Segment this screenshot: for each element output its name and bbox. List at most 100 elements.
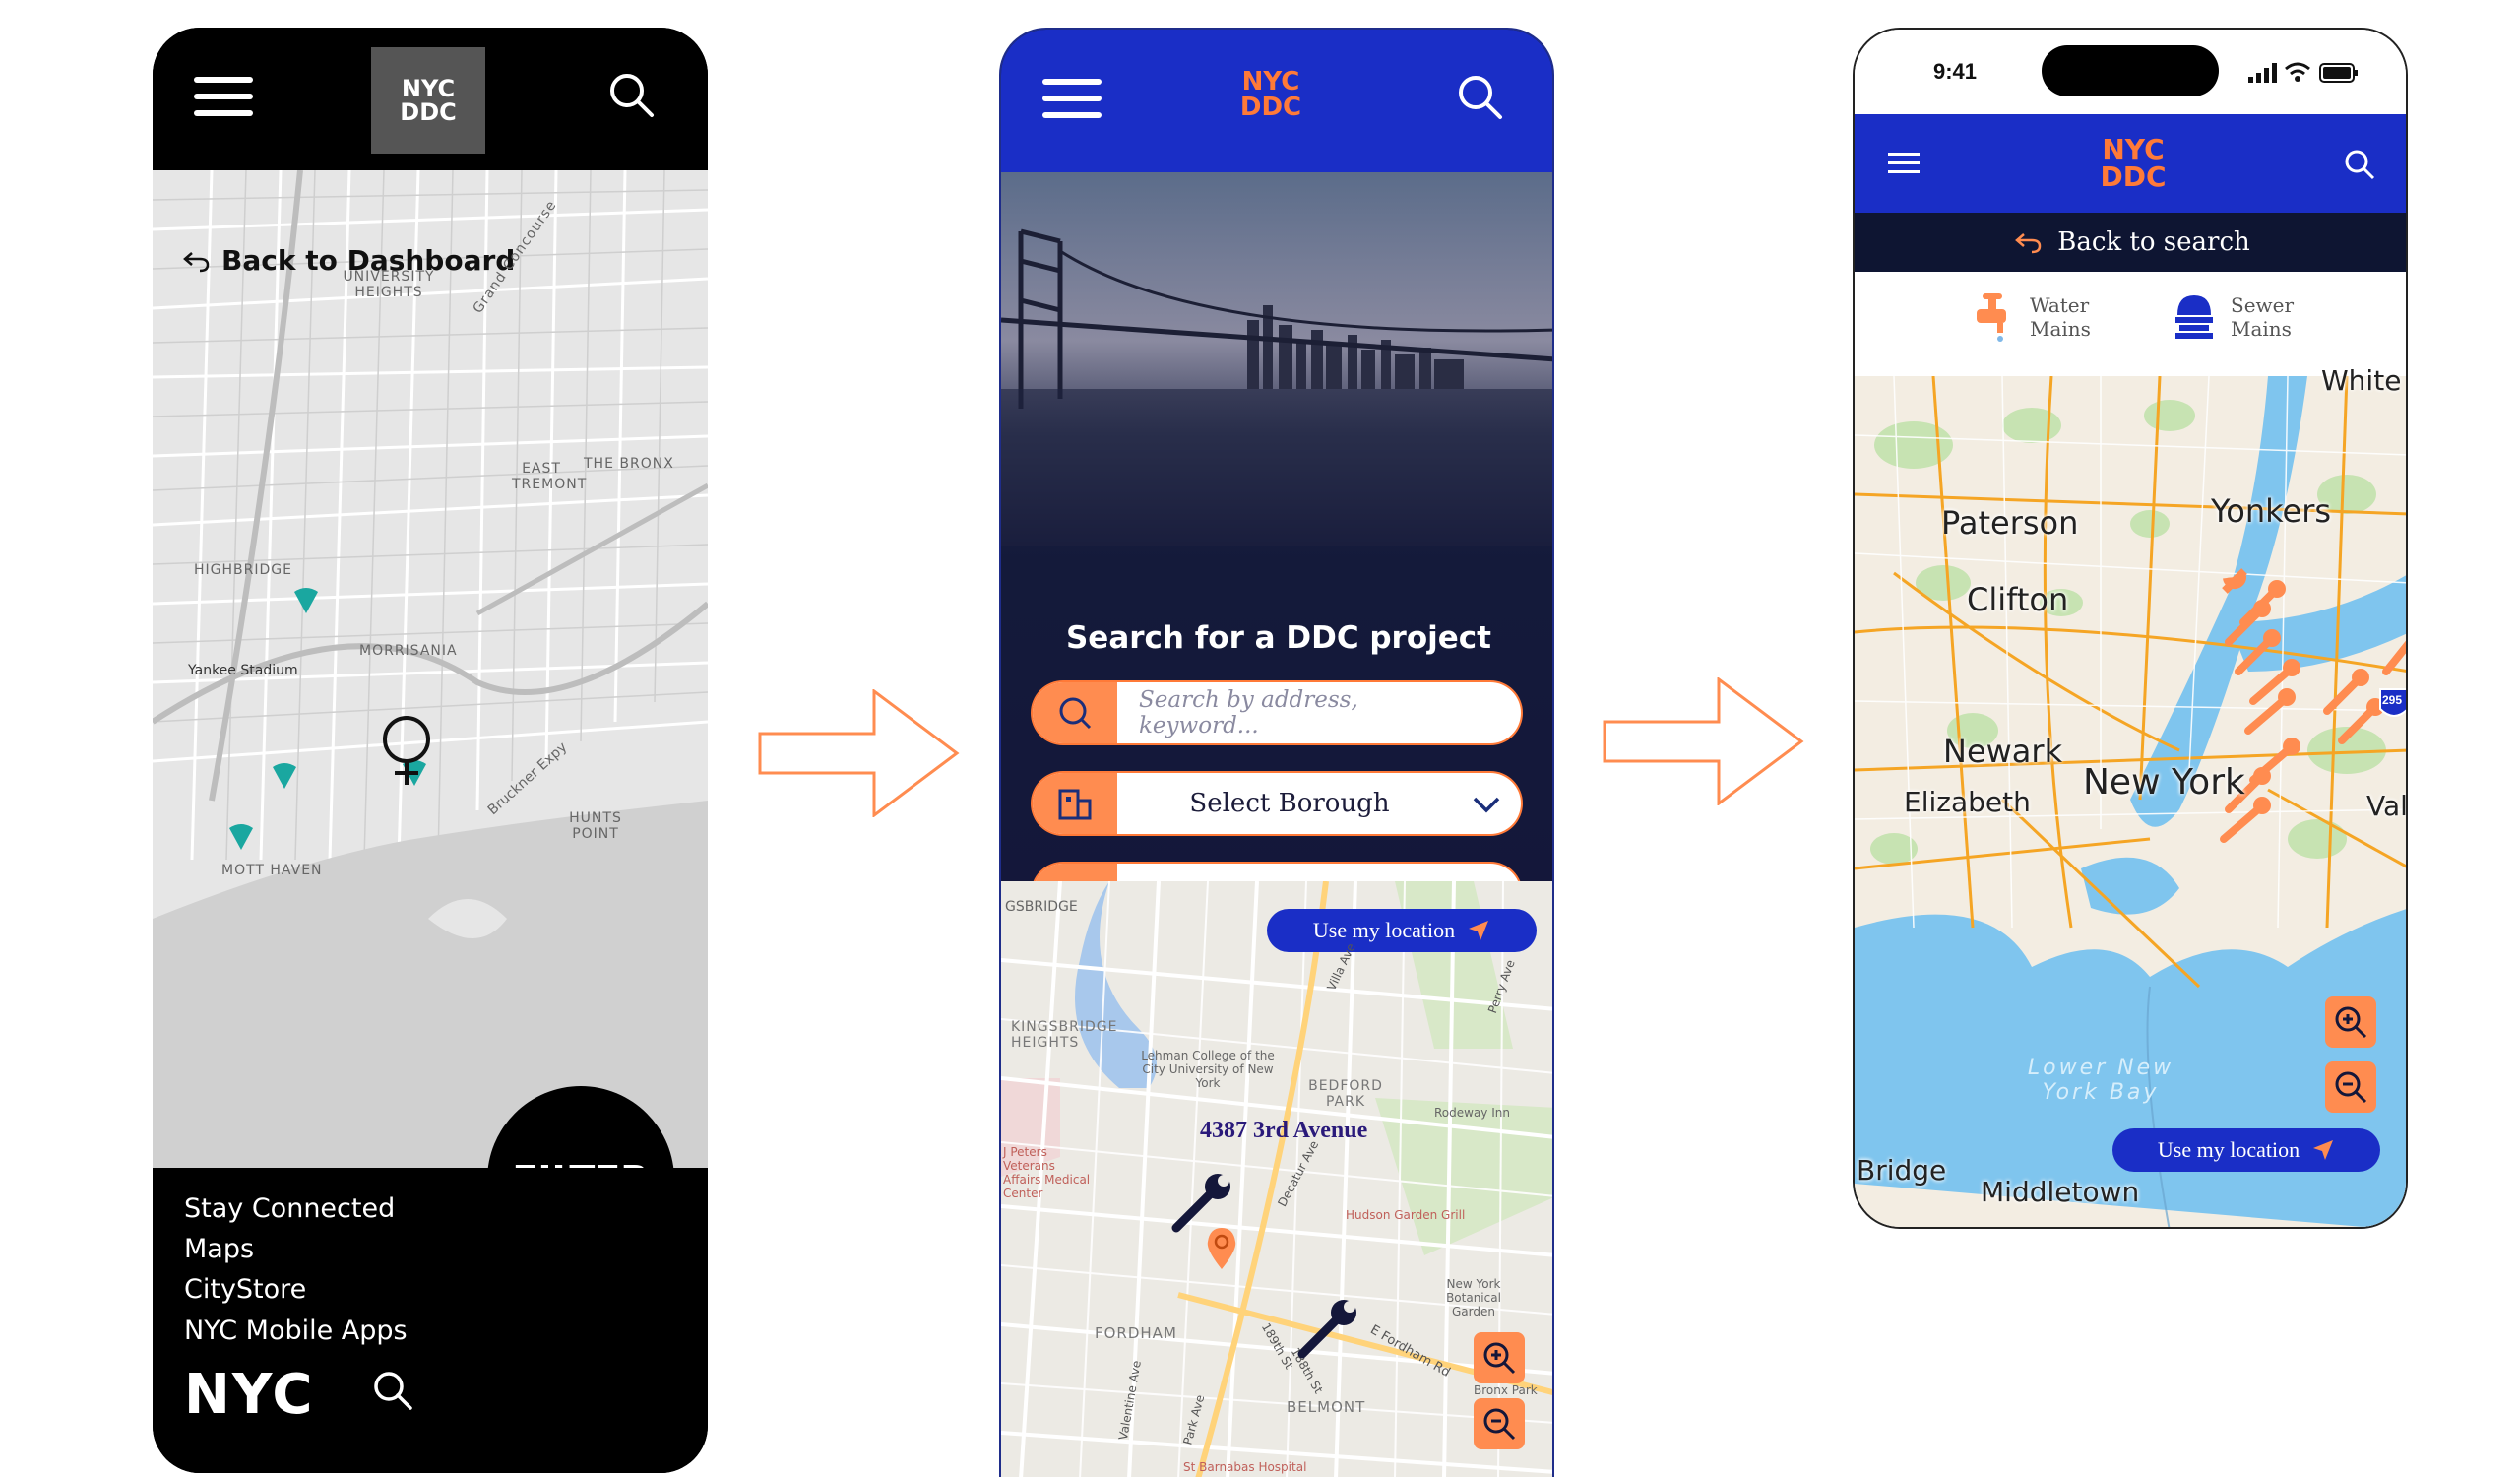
header: NYC DDC — [1001, 30, 1552, 172]
menu-icon[interactable] — [1888, 152, 1920, 175]
back-to-search-link[interactable]: Back to search — [1855, 213, 2406, 272]
building-icon — [1058, 789, 1092, 820]
zoom-in-button[interactable] — [1474, 1332, 1525, 1383]
zoom-out-button[interactable] — [1474, 1398, 1525, 1449]
city-label: Bridge — [1857, 1154, 1947, 1187]
flow-arrow-icon — [1603, 677, 1804, 805]
search-phone: NYC DDC Search for a DDC project Search … — [999, 28, 1554, 1477]
search-icon[interactable] — [607, 71, 657, 120]
map-label: Rodeway Inn — [1434, 1106, 1510, 1120]
search-placeholder: Search by address, keyword... — [1139, 687, 1358, 738]
map-label: J Peters Veterans Affairs Medical Center — [1003, 1145, 1091, 1200]
search-icon[interactable] — [2343, 148, 2376, 181]
zoom-in-button[interactable] — [2325, 996, 2376, 1048]
map-label: MORRISANIA — [359, 643, 458, 659]
map-label: THE BRONX — [584, 456, 674, 472]
chevron-down-icon — [1473, 797, 1500, 813]
zoom-out-button[interactable] — [2325, 1061, 2376, 1113]
borough-field-icon-box — [1033, 773, 1117, 834]
location-pin-icon[interactable] — [1204, 1226, 1239, 1271]
zoom-in-icon — [1483, 1342, 1516, 1375]
map-label: St Barnabas Hospital — [1183, 1460, 1307, 1474]
navigation-arrow-icon — [1469, 921, 1489, 940]
sewer-icon — [2175, 295, 2213, 339]
user-location-marker-icon — [383, 716, 430, 785]
map-label: New York Botanical Garden — [1446, 1277, 1501, 1318]
search-icon[interactable] — [1456, 73, 1505, 122]
map-view[interactable]: 295 Paterson Yonkers Clifton Newark New … — [1855, 364, 2408, 1227]
navigation-arrow-icon — [2313, 1140, 2334, 1160]
logo[interactable]: NYC DDC — [371, 47, 485, 154]
city-label: Yonkers — [2211, 492, 2332, 530]
use-my-location-label: Use my location — [1312, 918, 1456, 942]
map-label: Bronx Park — [1474, 1383, 1538, 1397]
borough-select-label: Select Borough — [1189, 789, 1390, 818]
footer-link-stay-connected[interactable]: Stay Connected — [184, 1193, 395, 1224]
footer-link-nyc-mobile-apps[interactable]: NYC Mobile Apps — [184, 1316, 408, 1346]
wifi-icon — [2285, 62, 2310, 82]
water-label: Lower New York Bay — [2027, 1056, 2174, 1105]
search-input[interactable]: Search by address, keyword... — [1033, 682, 1521, 743]
city-label: Elizabeth — [1904, 786, 2031, 818]
map-label: FORDHAM — [1095, 1324, 1177, 1342]
signal-icon — [2248, 63, 2277, 83]
back-arrow-icon — [183, 251, 210, 272]
city-label: Clifton — [1967, 581, 2069, 618]
wireframe-phone: NYC DDC Back to Dashboard UNIVERSITY HEI… — [153, 28, 708, 1473]
use-my-location-button[interactable]: Use my location — [1267, 909, 1537, 952]
search-icon[interactable] — [371, 1369, 414, 1412]
flow-arrow-icon — [758, 689, 960, 817]
wrench-icon[interactable] — [1294, 1293, 1363, 1362]
location-pin-icon[interactable] — [269, 759, 300, 791]
logo[interactable]: NYC DDC — [2089, 136, 2177, 191]
city-label: Val — [2366, 790, 2408, 822]
city-label: Newark — [1943, 733, 2063, 770]
legend-label: Sewer Mains — [2231, 293, 2295, 341]
logo[interactable]: NYC DDC — [1229, 69, 1312, 120]
water-tap-icon — [1977, 293, 2006, 342]
menu-icon[interactable] — [194, 75, 253, 118]
map-legend: Water Mains Sewer Mains — [1855, 272, 2406, 376]
map-label: GSBRIDGE — [1005, 899, 1078, 915]
map-label: HIGHBRIDGE — [194, 562, 292, 578]
page-title: Search for a DDC project — [1065, 620, 1491, 656]
header: NYC DDC — [153, 28, 708, 170]
nyc-logo[interactable]: NYC — [184, 1363, 315, 1427]
city-label: Paterson — [1941, 504, 2079, 542]
map-label: EAST TREMONT — [512, 461, 588, 492]
hero-section: Search for a DDC project Search by addre… — [1001, 172, 1552, 925]
borough-select[interactable]: Select Borough — [1033, 773, 1521, 834]
project-pin-label[interactable]: 4387 3rd Avenue — [1200, 1118, 1367, 1144]
map-view[interactable]: Back to Dashboard UNIVERSITY HEIGHTS Gra… — [153, 170, 708, 1273]
footer-link-citystore[interactable]: CityStore — [184, 1274, 306, 1305]
use-my-location-button[interactable]: Use my location — [2112, 1128, 2380, 1172]
zoom-out-icon — [2335, 1071, 2367, 1104]
search-field-icon-box — [1033, 682, 1117, 743]
logo-text: NYC DDC — [400, 75, 457, 126]
status-bar: 9:41 — [1855, 30, 2406, 114]
map-label: BEDFORD PARK — [1308, 1078, 1383, 1110]
map-label: UNIVERSITY HEIGHTS — [343, 269, 435, 300]
footer: Stay Connected Maps CityStore NYC Mobile… — [153, 1168, 708, 1473]
menu-icon[interactable] — [1042, 77, 1102, 120]
map-label: BELMONT — [1287, 1398, 1366, 1416]
back-label: Back to search — [2057, 227, 2250, 257]
footer-link-maps[interactable]: Maps — [184, 1234, 254, 1264]
map-label: Yankee Stadium — [188, 663, 298, 678]
location-pin-icon[interactable] — [290, 584, 322, 615]
status-time: 9:41 — [1933, 59, 1978, 84]
legend-item-sewer-mains[interactable]: Sewer Mains — [2172, 291, 2295, 343]
map-view[interactable]: Use my location GSBRIDGE KINGSBRIDGE HEI… — [1001, 881, 1552, 1477]
header: NYC DDC — [1855, 114, 2406, 213]
location-pin-icon[interactable] — [225, 820, 257, 852]
back-arrow-icon — [2015, 233, 2042, 254]
map-label: HUNTS POINT — [569, 810, 622, 842]
zoom-in-icon — [2335, 1006, 2367, 1039]
map-label: MOTT HAVEN — [221, 863, 323, 878]
use-my-location-label: Use my location — [2157, 1137, 2300, 1162]
city-label: White — [2321, 364, 2402, 397]
legend-item-water-mains[interactable]: Water Mains — [1971, 291, 2091, 343]
zoom-out-icon — [1483, 1408, 1516, 1441]
highway-shield: 295 — [2382, 693, 2403, 707]
map-label: KINGSBRIDGE HEIGHTS — [1011, 1019, 1118, 1051]
